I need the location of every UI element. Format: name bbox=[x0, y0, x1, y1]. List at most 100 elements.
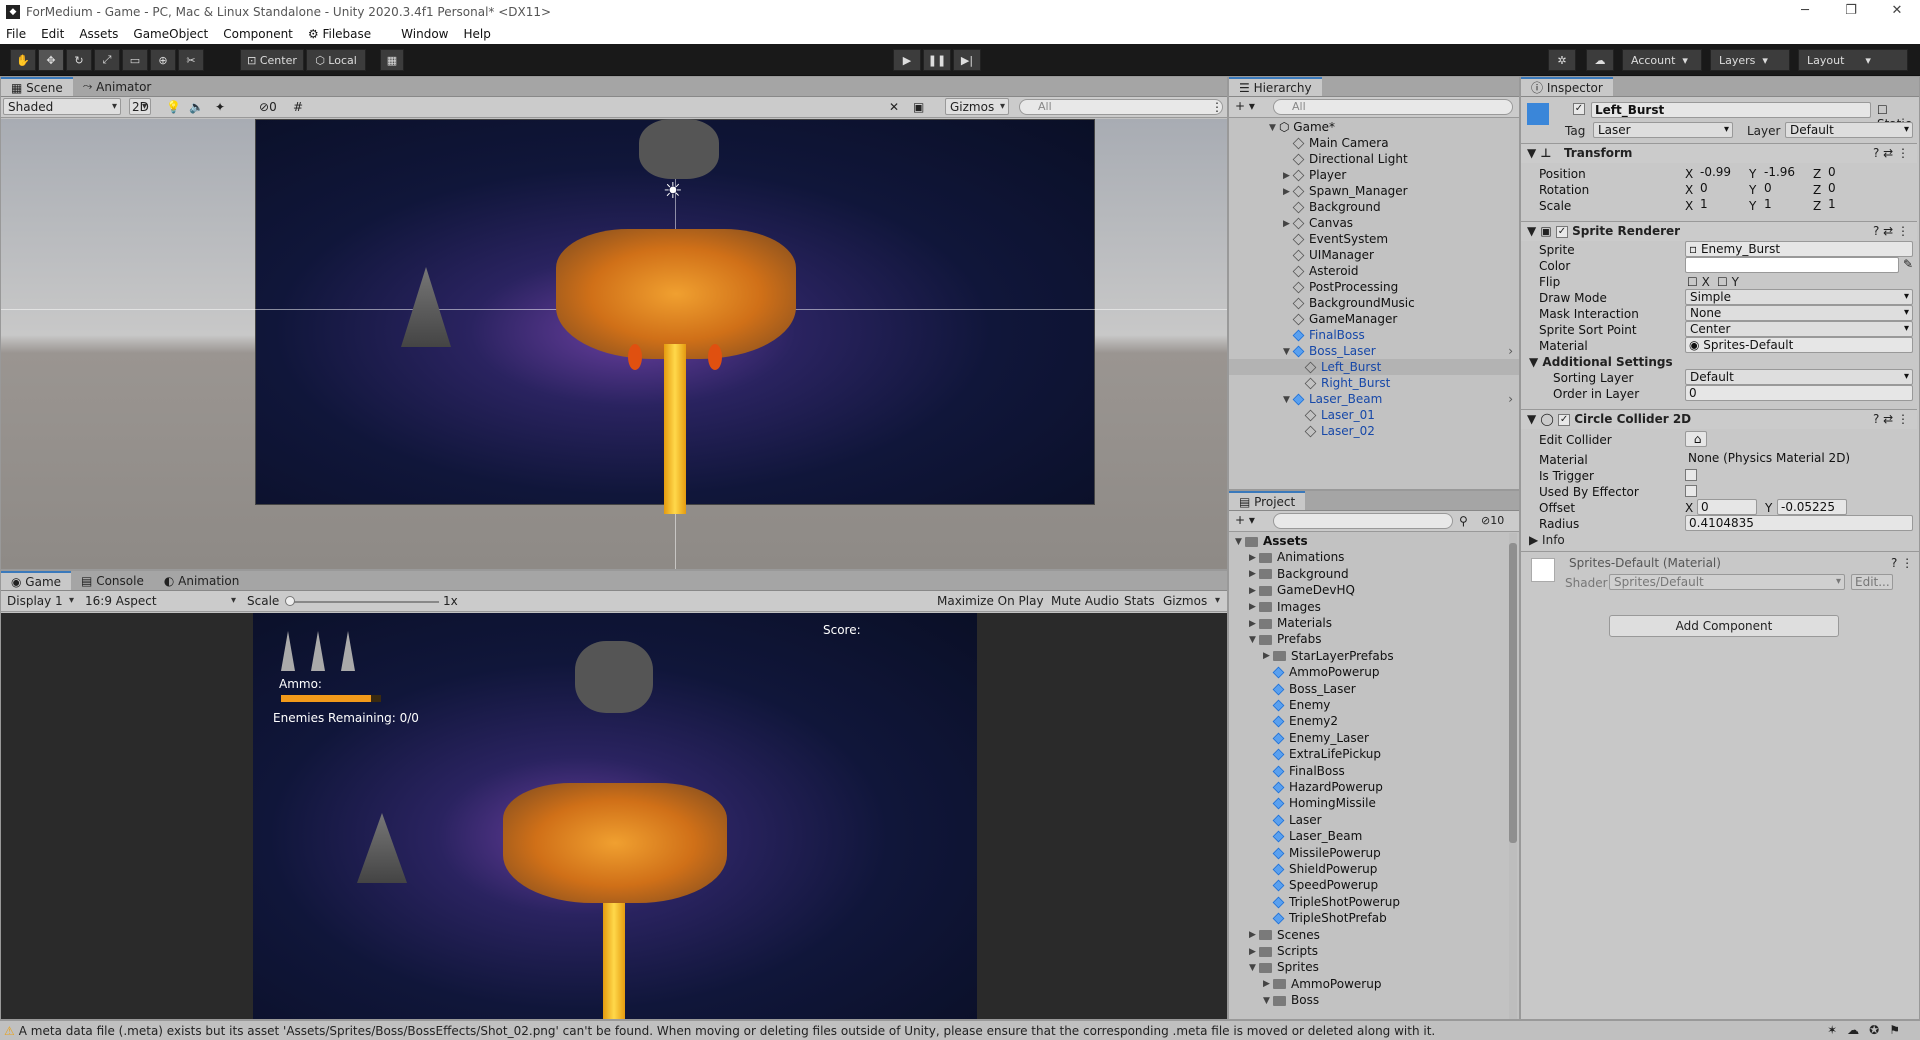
mute-audio-button[interactable]: Mute Audio bbox=[1051, 594, 1119, 608]
prefab-open-icon[interactable]: › bbox=[1508, 391, 1513, 407]
rect-tool-icon[interactable]: ▭ bbox=[122, 49, 148, 71]
hierarchy-item[interactable]: ▼ Boss_Laser › bbox=[1229, 343, 1519, 359]
scene-search-input[interactable]: All bbox=[1019, 99, 1223, 115]
project-prefab[interactable]: HomingMissile bbox=[1229, 795, 1507, 811]
mask-interaction-dropdown[interactable]: None bbox=[1685, 305, 1913, 321]
pivot-center-button[interactable]: ⊡ Center bbox=[240, 49, 304, 71]
expand-arrow-icon[interactable]: ▼ bbox=[1269, 120, 1279, 136]
project-prefab[interactable]: Laser_Beam bbox=[1229, 828, 1507, 844]
circle-collider-enabled-checkbox[interactable]: ✓ bbox=[1558, 413, 1571, 426]
move-tool-icon[interactable]: ✥ bbox=[38, 49, 64, 71]
shading-mode-dropdown[interactable]: Shaded bbox=[3, 98, 121, 115]
rotation-y-input[interactable]: 0 bbox=[1761, 181, 1809, 197]
tab-console[interactable]: ▤ Console bbox=[71, 571, 154, 590]
expand-arrow-icon[interactable]: ▼ bbox=[1283, 344, 1293, 360]
aspect-dropdown[interactable]: 16:9 Aspect bbox=[81, 592, 239, 609]
project-prefab[interactable]: FinalBoss bbox=[1229, 763, 1507, 779]
expand-arrow-icon[interactable]: ▼ bbox=[1235, 534, 1245, 550]
project-prefab[interactable]: MissilePowerup bbox=[1229, 845, 1507, 861]
hierarchy-item[interactable]: Laser_02 bbox=[1229, 423, 1519, 439]
color-swatch[interactable] bbox=[1685, 257, 1899, 273]
edit-collider-button[interactable]: ⌂ bbox=[1685, 431, 1707, 447]
rotation-x-input[interactable]: 0 bbox=[1697, 181, 1745, 197]
layout-dropdown[interactable]: Layout ▾ bbox=[1798, 49, 1908, 71]
lighting-icon[interactable]: 💡 bbox=[166, 100, 181, 114]
tab-animation[interactable]: ◐ Animation bbox=[154, 571, 249, 590]
tab-inspector[interactable]: ⓘ Inspector bbox=[1521, 77, 1613, 96]
offset-y-input[interactable]: -0.05225 bbox=[1777, 499, 1847, 515]
project-scrollbar-thumb[interactable] bbox=[1509, 543, 1517, 843]
tab-scene[interactable]: ▦ Scene bbox=[1, 77, 73, 96]
expand-arrow-icon[interactable]: ▶ bbox=[1249, 944, 1259, 960]
tab-project[interactable]: ▤ Project bbox=[1229, 491, 1306, 510]
sprite-sort-point-dropdown[interactable]: Center bbox=[1685, 321, 1913, 337]
tools-icon[interactable]: ✕ bbox=[889, 100, 899, 114]
project-folder[interactable]: ▼ Prefabs bbox=[1229, 631, 1507, 647]
project-folder[interactable]: ▼ Assets bbox=[1229, 533, 1507, 549]
component-menu-icon[interactable]: ? ⇄ ⋮ bbox=[1873, 410, 1909, 429]
project-prefab[interactable]: Boss_Laser bbox=[1229, 681, 1507, 697]
cloud-icon[interactable]: ☁ bbox=[1586, 49, 1614, 71]
menu-edit[interactable]: Edit bbox=[41, 27, 64, 41]
active-checkbox[interactable]: ✓ bbox=[1573, 103, 1585, 115]
flip-y-checkbox[interactable]: ☐ Y bbox=[1717, 275, 1739, 289]
hierarchy-item[interactable]: Asteroid bbox=[1229, 263, 1519, 279]
hierarchy-item[interactable]: ▼ Laser_Beam › bbox=[1229, 391, 1519, 407]
add-component-button[interactable]: Add Component bbox=[1609, 615, 1839, 637]
is-trigger-checkbox[interactable] bbox=[1685, 469, 1697, 481]
project-folder[interactable]: ▼ Boss bbox=[1229, 992, 1507, 1008]
close-icon[interactable]: ✕ bbox=[1874, 0, 1920, 24]
scale-slider-track[interactable] bbox=[289, 601, 439, 603]
grid-icon[interactable]: # bbox=[293, 100, 303, 114]
project-prefab[interactable]: Laser bbox=[1229, 812, 1507, 828]
pause-button[interactable]: ❚❚ bbox=[923, 49, 951, 71]
hierarchy-item[interactable]: Laser_01 bbox=[1229, 407, 1519, 423]
menu-window[interactable]: Window bbox=[401, 27, 448, 41]
hierarchy-item[interactable]: ▶ Spawn_Manager bbox=[1229, 183, 1519, 199]
project-prefab[interactable]: Enemy2 bbox=[1229, 713, 1507, 729]
expand-arrow-icon[interactable]: ▼ bbox=[1283, 392, 1293, 408]
draw-mode-dropdown[interactable]: Simple bbox=[1685, 289, 1913, 305]
position-z-input[interactable]: 0 bbox=[1825, 165, 1873, 181]
gizmos-dropdown[interactable]: Gizmos bbox=[945, 98, 1009, 115]
pivot-local-button[interactable]: ⬡ Local bbox=[306, 49, 366, 71]
project-folder[interactable]: ▶ AmmoPowerup bbox=[1229, 976, 1507, 992]
scale-x-input[interactable]: 1 bbox=[1697, 197, 1745, 213]
hierarchy-item[interactable]: ▶ Canvas bbox=[1229, 215, 1519, 231]
hierarchy-item[interactable]: EventSystem bbox=[1229, 231, 1519, 247]
collider-material-field[interactable]: None (Physics Material 2D) bbox=[1685, 451, 1913, 467]
expand-arrow-icon[interactable]: ▶ bbox=[1263, 976, 1273, 992]
project-prefab[interactable]: ShieldPowerup bbox=[1229, 861, 1507, 877]
position-y-input[interactable]: -1.96 bbox=[1761, 165, 1809, 181]
account-dropdown[interactable]: Account ▾ bbox=[1622, 49, 1702, 71]
order-in-layer-input[interactable]: 0 bbox=[1685, 385, 1913, 401]
game-viewport[interactable]: Ammo: Enemies Remaining: 0/0 Score: bbox=[1, 613, 1227, 1019]
project-prefab[interactable]: TripleShotPrefab bbox=[1229, 910, 1507, 926]
hierarchy-item[interactable]: FinalBoss bbox=[1229, 327, 1519, 343]
fold-arrow-icon[interactable]: ▼ bbox=[1521, 412, 1536, 426]
menu-file[interactable]: File bbox=[6, 27, 26, 41]
status-bar[interactable]: ⚠ A meta data file (.meta) exists but it… bbox=[0, 1020, 1920, 1040]
expand-arrow-icon[interactable]: ▶ bbox=[1249, 616, 1259, 632]
hierarchy-add-button[interactable]: + ▾ bbox=[1235, 99, 1255, 113]
scale-z-input[interactable]: 1 bbox=[1825, 197, 1873, 213]
hierarchy-scene-root[interactable]: ▼ ⬡ Game* bbox=[1229, 119, 1519, 135]
game-gizmos-dropdown[interactable]: Gizmos bbox=[1159, 592, 1223, 609]
play-button[interactable]: ▶ bbox=[893, 49, 921, 71]
flip-x-checkbox[interactable]: ☐ X bbox=[1687, 275, 1710, 289]
project-folder[interactable]: ▶ StarLayerPrefabs bbox=[1229, 648, 1507, 664]
expand-arrow-icon[interactable]: ▶ bbox=[1249, 927, 1259, 943]
project-scrollbar[interactable] bbox=[1509, 533, 1517, 1019]
hierarchy-item[interactable]: GameManager bbox=[1229, 311, 1519, 327]
maximize-on-play-button[interactable]: Maximize On Play bbox=[937, 594, 1044, 608]
sprite-renderer-header[interactable]: ▼ ▣ ✓ Sprite Renderer ? ⇄ ⋮ bbox=[1521, 221, 1917, 241]
expand-arrow-icon[interactable]: ▶ bbox=[1249, 583, 1259, 599]
transform-tool-icon[interactable]: ⊕ bbox=[150, 49, 176, 71]
hand-tool-icon[interactable]: ✋ bbox=[10, 49, 36, 71]
hierarchy-item[interactable]: BackgroundMusic bbox=[1229, 295, 1519, 311]
stats-button[interactable]: Stats bbox=[1124, 594, 1155, 608]
circle-collider-header[interactable]: ▼ ◯ ✓ Circle Collider 2D ? ⇄ ⋮ bbox=[1521, 409, 1917, 429]
component-menu-icon[interactable]: ? ⇄ ⋮ bbox=[1873, 144, 1909, 163]
position-x-input[interactable]: -0.99 bbox=[1697, 165, 1745, 181]
hidden-objects-icon[interactable]: ⊘0 bbox=[259, 100, 277, 114]
